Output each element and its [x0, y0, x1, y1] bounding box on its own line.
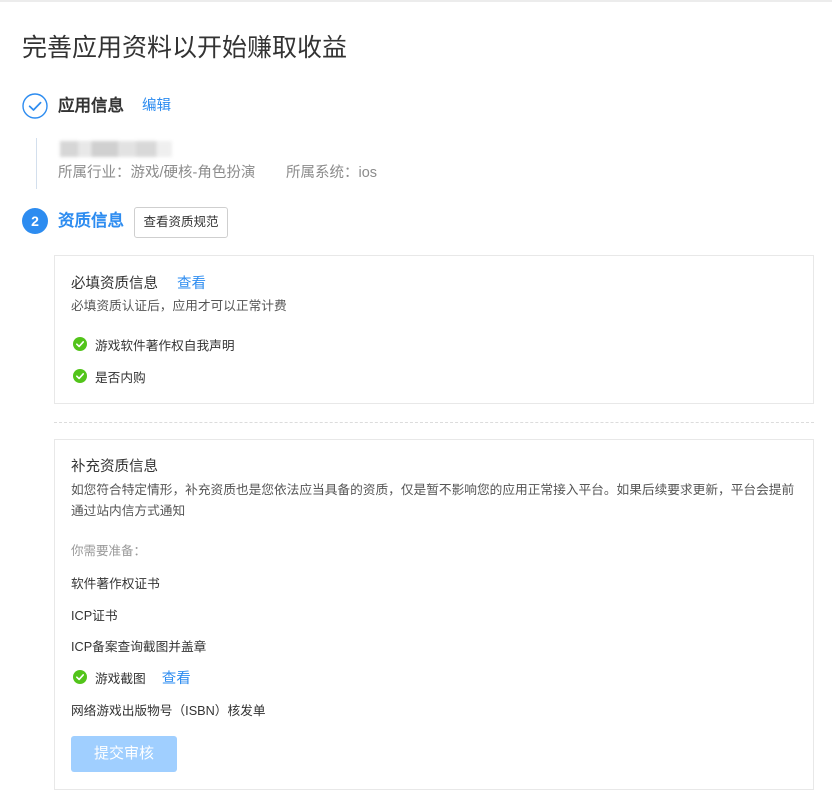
app-industry: 所属行业：游戏/硬核-角色扮演 [58, 165, 256, 181]
supplementary-qualification-description: 如您符合特定情形，补充资质也是您依法应当具备的资质，仅是暂不影响您的应用正常接入… [71, 483, 795, 518]
page-title: 完善应用资料以开始赚取收益 [22, 34, 348, 62]
prepare-label: 你需要准备： [71, 544, 147, 558]
app-system: 所属系统：ios [286, 165, 378, 181]
list-item-label: 网络游戏出版物号（ISBN）核发单 [71, 703, 266, 718]
list-item: 游戏软件著作权自我声明 [71, 335, 235, 353]
step-number-badge: 2 [22, 208, 48, 234]
step-connector-line [36, 138, 37, 189]
list-item-label: ICP证书 [71, 608, 118, 623]
supplementary-qualification-card: 补充资质信息 如您符合特定情形，补充资质也是您依法应当具备的资质，仅是暂不影响您… [54, 439, 814, 790]
top-border [0, 0, 832, 2]
check-circle-outline-icon [22, 93, 48, 119]
list-item: ICP备案查询截图并盖章 [71, 636, 206, 654]
list-item: ICP证书 [71, 605, 118, 623]
view-qualification-spec-button[interactable]: 查看资质规范 [134, 207, 228, 238]
check-circle-icon [73, 670, 87, 684]
redacted-app-name [60, 141, 172, 157]
check-circle-icon [73, 369, 87, 383]
list-item: 游戏截图 查看 [71, 667, 191, 688]
submit-review-button[interactable]: 提交审核 [71, 736, 177, 772]
step-qualification-title: 资质信息 [58, 212, 124, 230]
list-item: 软件著作权证书 [71, 573, 160, 591]
required-qualification-card: 必填资质信息 查看 必填资质认证后，应用才可以正常计费 游戏软件著作权自我声明 … [54, 255, 814, 404]
list-item: 网络游戏出版物号（ISBN）核发单 [71, 700, 266, 718]
dashed-divider [54, 422, 814, 423]
list-item-label: 软件著作权证书 [71, 576, 160, 591]
step-app-info-title: 应用信息 [58, 97, 124, 115]
list-item-label: 游戏截图 [95, 671, 146, 686]
supplementary-qualification-title: 补充资质信息 [71, 459, 158, 475]
edit-app-info-link[interactable]: 编辑 [142, 96, 171, 116]
list-item-label: ICP备案查询截图并盖章 [71, 639, 207, 654]
required-qualification-title: 必填资质信息 [71, 276, 158, 292]
list-item-label: 游戏软件著作权自我声明 [95, 338, 235, 353]
view-required-qualification-link[interactable]: 查看 [177, 274, 206, 294]
check-circle-icon [73, 337, 87, 351]
list-item-label: 是否内购 [95, 370, 146, 385]
list-item: 是否内购 [71, 367, 146, 385]
view-game-screenshot-link[interactable]: 查看 [162, 667, 191, 688]
required-qualification-description: 必填资质认证后，应用才可以正常计费 [71, 299, 287, 313]
